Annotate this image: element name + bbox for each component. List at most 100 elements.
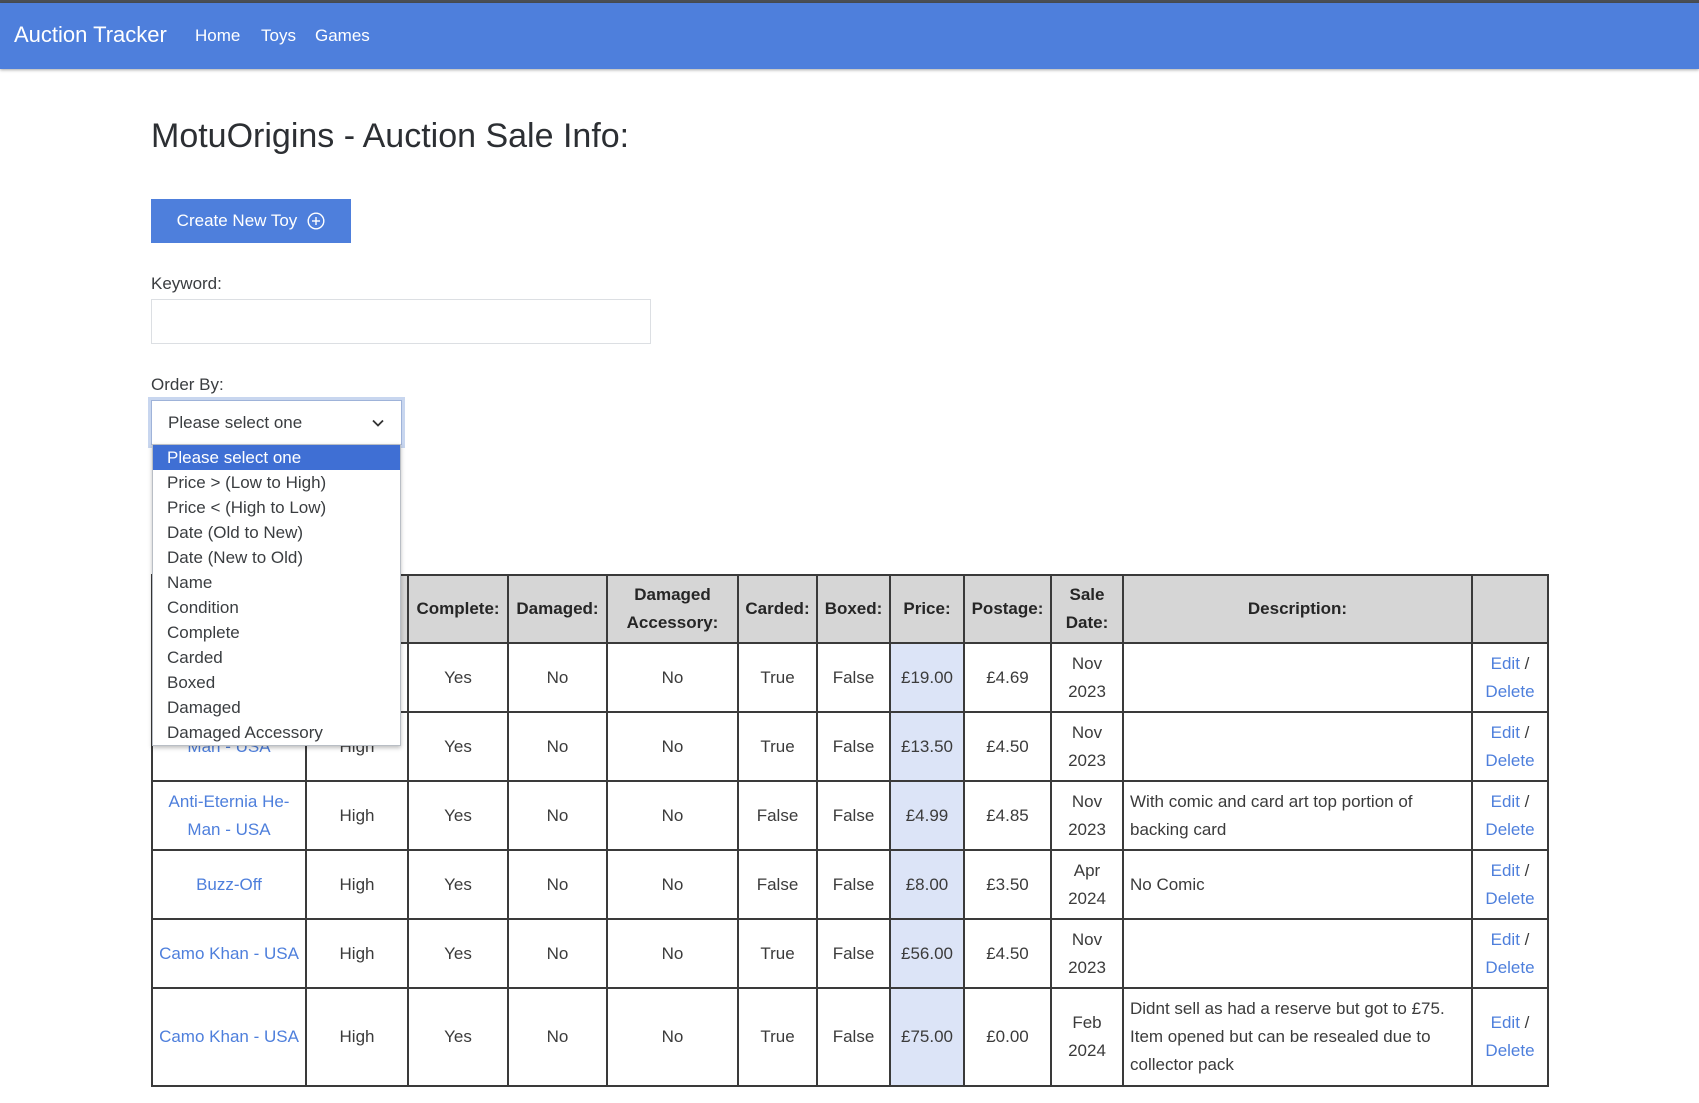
order-option-please-select[interactable]: Please select one <box>153 445 400 470</box>
delete-link[interactable]: Delete <box>1485 751 1534 770</box>
header-carded: Carded: <box>737 574 818 644</box>
cell-carded: True <box>737 987 818 1087</box>
page-title: MotuOrigins - Auction Sale Info: <box>151 117 630 155</box>
header-damaged: Damaged: <box>507 574 608 644</box>
cell-damaged: No <box>507 642 608 713</box>
keyword-input[interactable] <box>151 299 651 344</box>
nav-link-toys[interactable]: Toys <box>261 26 296 46</box>
delete-link[interactable]: Delete <box>1485 958 1534 977</box>
cell-description <box>1122 918 1473 989</box>
toy-name-link[interactable]: Anti-Eternia He-Man - USA <box>169 792 290 839</box>
cell-name[interactable]: Anti-Eternia He-Man - USA <box>151 780 307 851</box>
delete-link[interactable]: Delete <box>1485 1041 1534 1060</box>
table-row: Camo Khan - USA High Yes No No True Fals… <box>151 987 1549 1087</box>
plus-circle-icon <box>307 212 325 230</box>
cell-sale-date: Apr 2024 <box>1050 849 1124 920</box>
cell-condition: High <box>305 780 409 851</box>
order-option-date-new-old[interactable]: Date (New to Old) <box>153 545 400 570</box>
edit-link[interactable]: Edit <box>1491 1013 1520 1032</box>
cell-carded: True <box>737 918 818 989</box>
order-by-label: Order By: <box>151 375 224 394</box>
cell-carded: True <box>737 642 818 713</box>
cell-damaged-accessory: No <box>606 780 739 851</box>
toy-name-link[interactable]: Camo Khan - USA <box>159 1027 299 1046</box>
cell-description: Didnt sell as had a reserve but got to £… <box>1122 987 1473 1087</box>
action-separator: / <box>1519 791 1530 811</box>
cell-price: £75.00 <box>889 987 965 1087</box>
cell-price: £19.00 <box>889 642 965 713</box>
order-option-price-low-high[interactable]: Price > (Low to High) <box>153 470 400 495</box>
header-postage: Postage: <box>963 574 1052 644</box>
cell-boxed: False <box>816 642 891 713</box>
header-sale-date: Sale Date: <box>1050 574 1124 644</box>
action-separator: / <box>1519 722 1530 742</box>
cell-boxed: False <box>816 849 891 920</box>
cell-postage: £4.50 <box>963 711 1052 782</box>
edit-link[interactable]: Edit <box>1491 654 1520 673</box>
cell-complete: Yes <box>407 780 509 851</box>
cell-description <box>1122 711 1473 782</box>
header-damaged-accessory: Damaged Accessory: <box>606 574 739 644</box>
cell-actions: Edit / Delete <box>1471 918 1549 989</box>
order-by-selected-value: Please select one <box>168 412 303 432</box>
cell-price: £4.99 <box>889 780 965 851</box>
cell-name[interactable]: Camo Khan - USA <box>151 918 307 989</box>
order-option-boxed[interactable]: Boxed <box>153 670 400 695</box>
navbar: Auction Tracker Home Toys Games <box>0 3 1699 69</box>
cell-price: £8.00 <box>889 849 965 920</box>
cell-complete: Yes <box>407 987 509 1087</box>
order-option-damaged[interactable]: Damaged <box>153 695 400 720</box>
cell-postage: £4.50 <box>963 918 1052 989</box>
delete-link[interactable]: Delete <box>1485 682 1534 701</box>
nav-link-home[interactable]: Home <box>195 26 240 46</box>
cell-boxed: False <box>816 711 891 782</box>
brand-link[interactable]: Auction Tracker <box>14 22 167 48</box>
toy-name-link[interactable]: Buzz-Off <box>196 875 262 894</box>
edit-link[interactable]: Edit <box>1491 930 1520 949</box>
cell-complete: Yes <box>407 642 509 713</box>
cell-postage: £4.69 <box>963 642 1052 713</box>
cell-complete: Yes <box>407 711 509 782</box>
toy-name-link[interactable]: Camo Khan - USA <box>159 944 299 963</box>
edit-link[interactable]: Edit <box>1491 861 1520 880</box>
cell-damaged: No <box>507 987 608 1087</box>
order-option-damaged-accessory[interactable]: Damaged Accessory <box>153 720 400 745</box>
cell-sale-date: Feb 2024 <box>1050 987 1124 1087</box>
cell-damaged-accessory: No <box>606 642 739 713</box>
delete-link[interactable]: Delete <box>1485 889 1534 908</box>
nav-link-games[interactable]: Games <box>315 26 370 46</box>
order-option-date-old-new[interactable]: Date (Old to New) <box>153 520 400 545</box>
keyword-label: Keyword: <box>151 274 222 293</box>
delete-link[interactable]: Delete <box>1485 820 1534 839</box>
cell-sale-date: Nov 2023 <box>1050 711 1124 782</box>
create-new-toy-label: Create New Toy <box>176 211 298 230</box>
order-option-name[interactable]: Name <box>153 570 400 595</box>
cell-actions: Edit / Delete <box>1471 987 1549 1087</box>
cell-condition: High <box>305 918 409 989</box>
cell-name[interactable]: Camo Khan - USA <box>151 987 307 1087</box>
cell-sale-date: Nov 2023 <box>1050 780 1124 851</box>
cell-damaged-accessory: No <box>606 918 739 989</box>
create-new-toy-button[interactable]: Create New Toy <box>151 199 351 243</box>
edit-link[interactable]: Edit <box>1491 792 1520 811</box>
cell-postage: £0.00 <box>963 987 1052 1087</box>
order-option-carded[interactable]: Carded <box>153 645 400 670</box>
cell-sale-date: Nov 2023 <box>1050 918 1124 989</box>
table-row: Buzz-Off High Yes No No False False £8.0… <box>151 849 1549 920</box>
order-option-price-high-low[interactable]: Price < (High to Low) <box>153 495 400 520</box>
order-option-condition[interactable]: Condition <box>153 595 400 620</box>
cell-postage: £3.50 <box>963 849 1052 920</box>
order-by-select[interactable]: Please select one <box>148 397 405 448</box>
cell-description <box>1122 642 1473 713</box>
edit-link[interactable]: Edit <box>1491 723 1520 742</box>
order-option-complete[interactable]: Complete <box>153 620 400 645</box>
cell-boxed: False <box>816 780 891 851</box>
cell-sale-date: Nov 2023 <box>1050 642 1124 713</box>
action-separator: / <box>1519 929 1530 949</box>
cell-damaged-accessory: No <box>606 987 739 1087</box>
cell-actions: Edit / Delete <box>1471 849 1549 920</box>
cell-name[interactable]: Buzz-Off <box>151 849 307 920</box>
cell-complete: Yes <box>407 849 509 920</box>
cell-description: With comic and card art top portion of b… <box>1122 780 1473 851</box>
header-actions <box>1471 574 1549 644</box>
